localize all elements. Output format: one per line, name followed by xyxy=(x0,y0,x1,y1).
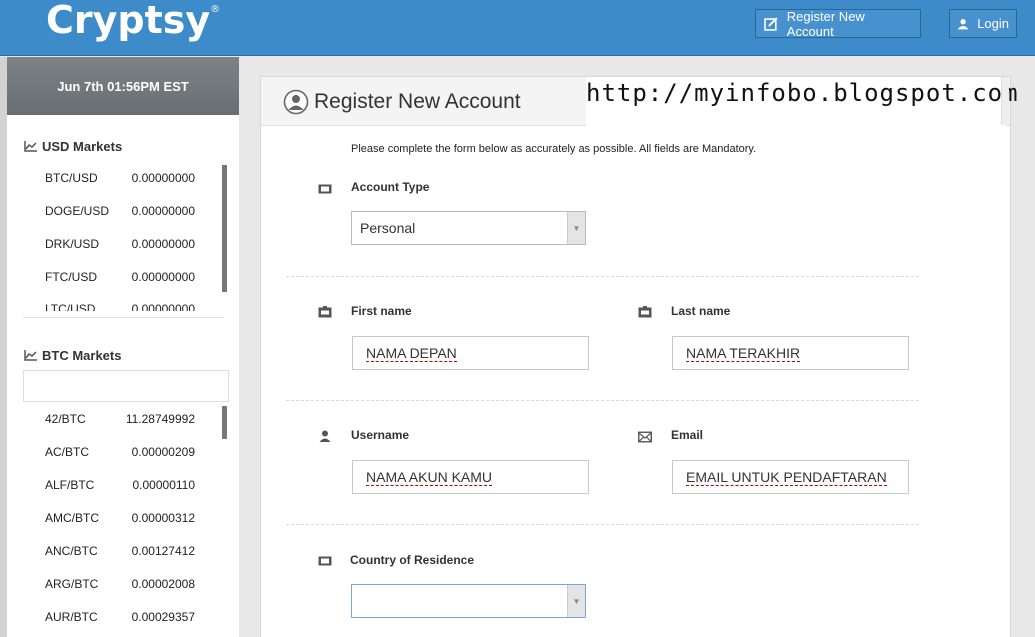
btc-markets-title: BTC Markets xyxy=(42,348,122,363)
logo-registered-mark: ® xyxy=(210,4,221,15)
market-row[interactable]: AUR/BTC 0.00029357 xyxy=(45,610,195,624)
divider xyxy=(286,524,919,525)
logo-text: Cryptsy xyxy=(46,0,211,42)
edit-icon xyxy=(764,16,778,31)
id-card-icon xyxy=(318,556,332,566)
market-row[interactable]: DOGE/USD 0.00000000 xyxy=(45,204,195,218)
market-pair: DOGE/USD xyxy=(45,204,110,218)
login-button-label: Login xyxy=(977,16,1009,31)
last-name-label: Last name xyxy=(671,304,731,318)
market-price: 0.00000110 xyxy=(132,478,195,492)
market-price: 0.00000000 xyxy=(131,302,195,311)
register-panel: Register New Account http://myinfobo.blo… xyxy=(260,76,1018,637)
market-price: 11.28749992 xyxy=(125,412,195,426)
country-label: Country of Residence xyxy=(350,553,475,567)
user-icon xyxy=(957,18,969,29)
register-new-account-button[interactable]: Register New Account xyxy=(755,8,921,39)
chevron-down-icon[interactable]: ▼ xyxy=(567,212,585,244)
email-value: EMAIL UNTUK PENDAFTARAN xyxy=(686,468,887,486)
first-name-label: First name xyxy=(351,304,412,318)
first-name-input[interactable]: NAMA DEPAN xyxy=(352,336,589,370)
login-button[interactable]: Login xyxy=(949,9,1017,38)
market-pair: AC/BTC xyxy=(45,445,90,459)
usd-markets-title: USD Markets xyxy=(42,139,123,154)
market-row[interactable]: ALF/BTC 0.00000110 xyxy=(45,478,195,492)
market-row[interactable]: FTC/USD 0.00000000 xyxy=(45,270,195,284)
market-row[interactable]: AC/BTC 0.00000209 xyxy=(45,445,195,459)
btc-markets-heading: BTC Markets xyxy=(24,348,121,363)
account-type-value: Personal xyxy=(360,220,416,236)
last-name-input[interactable]: NAMA TERAKHIR xyxy=(672,336,909,370)
divider xyxy=(286,276,919,277)
market-pair: LTC/USD xyxy=(45,302,96,311)
market-price: 0.00000209 xyxy=(131,445,195,459)
market-row[interactable]: AMC/BTC 0.00000312 xyxy=(45,511,195,525)
username-label: Username xyxy=(351,428,410,442)
divider xyxy=(286,400,919,401)
id-card-icon xyxy=(638,306,652,318)
id-card-icon xyxy=(318,306,332,318)
usd-markets-scrollbar[interactable] xyxy=(222,165,227,292)
username-value: NAMA AKUN KAMU xyxy=(366,468,493,486)
panel-header: Register New Account http://myinfobo.blo… xyxy=(261,77,1018,126)
divider xyxy=(23,317,224,318)
market-price: 0.00000000 xyxy=(131,171,195,185)
page-title: Register New Account xyxy=(283,89,521,115)
country-select[interactable]: ▼ xyxy=(351,584,586,618)
user-circle-icon xyxy=(283,89,309,115)
market-price: 0.00000000 xyxy=(131,204,195,218)
market-row[interactable]: 42/BTC 11.28749992 xyxy=(45,412,195,426)
account-type-label: Account Type xyxy=(351,180,430,194)
market-price: 0.00000000 xyxy=(131,270,195,284)
cryptsy-logo[interactable]: Cryptsy ® xyxy=(46,0,220,42)
market-pair: 42/BTC xyxy=(45,412,86,426)
btc-markets-scrollbar[interactable] xyxy=(222,406,227,439)
first-name-value: NAMA DEPAN xyxy=(366,344,457,362)
market-row[interactable]: ANC/BTC 0.00127412 xyxy=(45,544,195,558)
market-row[interactable]: BTC/USD 0.00000000 xyxy=(45,171,195,185)
market-pair: AUR/BTC xyxy=(45,610,98,624)
market-pair: DRK/USD xyxy=(45,237,100,251)
chevron-down-icon[interactable]: ▼ xyxy=(567,585,585,617)
envelope-icon xyxy=(638,431,652,443)
market-row[interactable]: ARG/BTC 0.00002008 xyxy=(45,577,195,591)
email-label: Email xyxy=(671,428,704,442)
market-pair: ALF/BTC xyxy=(45,478,95,492)
header-scrollbar xyxy=(1001,77,1009,125)
market-pair: AMC/BTC xyxy=(45,511,99,525)
last-name-value: NAMA TERAKHIR xyxy=(686,344,801,362)
market-pair: BTC/USD xyxy=(45,171,98,185)
server-clock: Jun 7th 01:56PM EST xyxy=(7,57,239,115)
market-pair: FTC/USD xyxy=(45,270,97,284)
market-pair: ARG/BTC xyxy=(45,577,99,591)
top-header: Cryptsy ® Register New Account Login xyxy=(0,0,1035,56)
chart-icon xyxy=(24,141,37,152)
form-instructions: Please complete the form below as accura… xyxy=(351,143,757,155)
page-title-text: Register New Account xyxy=(314,90,521,113)
market-pair: ANC/BTC xyxy=(45,544,98,558)
market-price: 0.00000312 xyxy=(131,511,195,525)
usd-markets-heading: USD Markets xyxy=(24,139,122,154)
watermark-url: http://myinfobo.blogspot.com xyxy=(586,77,1018,126)
market-price: 0.00000000 xyxy=(131,237,195,251)
id-card-icon xyxy=(318,184,332,194)
user-icon xyxy=(319,430,331,442)
market-price: 0.00127412 xyxy=(131,544,195,558)
market-price: 0.00002008 xyxy=(131,577,195,591)
chart-icon xyxy=(24,350,37,361)
register-button-label: Register New Account xyxy=(786,8,865,39)
sidebar: Jun 7th 01:56PM EST USD Markets BTC/USD 0… xyxy=(0,57,239,637)
username-input[interactable]: NAMA AKUN KAMU xyxy=(352,460,589,494)
email-input[interactable]: EMAIL UNTUK PENDAFTARAN xyxy=(672,460,909,494)
account-type-select[interactable]: Personal ▼ xyxy=(351,211,586,245)
market-price: 0.00029357 xyxy=(131,610,195,624)
btc-market-filter-input[interactable] xyxy=(23,370,229,402)
market-row[interactable]: LTC/USD 0.00000000 xyxy=(45,302,195,311)
market-row[interactable]: DRK/USD 0.00000000 xyxy=(45,237,195,251)
